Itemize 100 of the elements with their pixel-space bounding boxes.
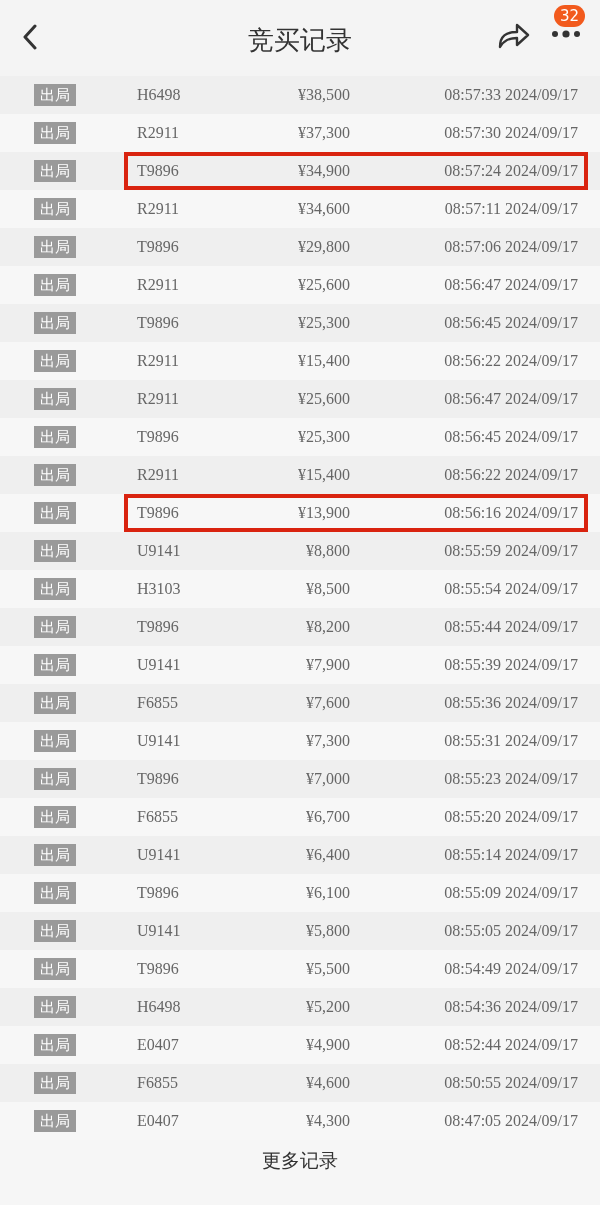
bid-time: 08:55:14 2024/09/17: [443, 846, 579, 864]
bid-price: ¥7,600: [305, 694, 350, 712]
bid-time: 08:57:30 2024/09/17: [443, 124, 579, 142]
status-tag: 出局: [34, 692, 76, 714]
bid-price: ¥8,800: [305, 542, 350, 560]
bid-price: ¥34,600: [297, 200, 350, 218]
status-tag: 出局: [34, 122, 76, 144]
bid-price: ¥8,200: [305, 618, 350, 636]
bidder-code: E0407: [137, 1112, 180, 1130]
bidder-code: R2911: [137, 352, 181, 370]
bid-time: 08:55:31 2024/09/17: [443, 732, 579, 750]
bidder-code: H3103: [137, 580, 182, 598]
bid-time: 08:56:47 2024/09/17: [443, 390, 579, 408]
status-tag: 出局: [34, 882, 76, 904]
bid-price: ¥25,300: [297, 314, 350, 332]
status-tag: 出局: [34, 1034, 76, 1056]
bidder-code: R2911: [137, 390, 181, 408]
bidder-code: R2911: [137, 466, 181, 484]
bidder-code: E0407: [137, 1036, 180, 1054]
bid-time: 08:54:49 2024/09/17: [443, 960, 579, 978]
bid-price: ¥6,100: [305, 884, 350, 902]
status-tag: 出局: [34, 236, 76, 258]
status-tag: 出局: [34, 920, 76, 942]
status-tag: 出局: [34, 958, 76, 980]
status-tag: 出局: [34, 84, 76, 106]
bidder-code: U9141: [137, 846, 182, 864]
status-tag: 出局: [34, 350, 76, 372]
bidder-code: F6855: [137, 1074, 179, 1092]
status-tag: 出局: [34, 388, 76, 410]
bidder-code: T9896: [137, 314, 180, 332]
status-tag: 出局: [34, 768, 76, 790]
bid-time: 08:55:09 2024/09/17: [443, 884, 579, 902]
status-tag: 出局: [34, 654, 76, 676]
page-title: 竞买记录: [248, 23, 352, 57]
status-tag: 出局: [34, 1072, 76, 1094]
bid-price: ¥4,600: [305, 1074, 350, 1092]
bid-time: 08:54:36 2024/09/17: [443, 998, 579, 1016]
more-icon[interactable]: [551, 30, 581, 38]
status-tag: 出局: [34, 198, 76, 220]
bid-price: ¥34,900: [297, 162, 350, 180]
bidder-code: U9141: [137, 732, 182, 750]
status-tag: 出局: [34, 806, 76, 828]
bidder-code: R2911: [137, 200, 181, 218]
bid-price: ¥25,600: [297, 276, 350, 294]
status-tag: 出局: [34, 502, 76, 524]
bid-time: 08:55:36 2024/09/17: [443, 694, 579, 712]
bid-price: ¥4,300: [305, 1112, 350, 1130]
bidder-code: T9896: [137, 770, 180, 788]
bid-price: ¥6,400: [305, 846, 350, 864]
status-tag: 出局: [34, 540, 76, 562]
bid-price: ¥5,200: [305, 998, 350, 1016]
bid-price: ¥5,500: [305, 960, 350, 978]
bidder-code: T9896: [137, 504, 180, 522]
status-tag: 出局: [34, 312, 76, 334]
status-tag: 出局: [34, 464, 76, 486]
bid-price: ¥4,900: [305, 1036, 350, 1054]
bid-time: 08:56:22 2024/09/17: [443, 466, 579, 484]
bid-price: ¥8,500: [305, 580, 350, 598]
bid-time: 08:56:47 2024/09/17: [443, 276, 579, 294]
bid-time: 08:57:24 2024/09/17: [443, 162, 579, 180]
status-tag: 出局: [34, 578, 76, 600]
bidder-code: H6498: [137, 998, 182, 1016]
status-tag: 出局: [34, 426, 76, 448]
bid-time: 08:56:22 2024/09/17: [443, 352, 579, 370]
bid-price: ¥15,400: [297, 352, 350, 370]
bidder-code: U9141: [137, 656, 182, 674]
bid-time: 08:55:59 2024/09/17: [443, 542, 579, 560]
bid-price: ¥7,300: [305, 732, 350, 750]
status-tag: 出局: [34, 730, 76, 752]
bid-price: ¥5,800: [305, 922, 350, 940]
notification-badge: 32: [554, 5, 586, 27]
back-icon[interactable]: [22, 24, 38, 50]
bidder-code: T9896: [137, 884, 180, 902]
bid-time: 08:57:33 2024/09/17: [443, 86, 579, 104]
bid-price: ¥15,400: [297, 466, 350, 484]
bidder-code: U9141: [137, 922, 182, 940]
bid-time: 08:52:44 2024/09/17: [443, 1036, 579, 1054]
bidder-code: F6855: [137, 808, 179, 826]
bid-price: ¥6,700: [305, 808, 350, 826]
bid-time: 08:55:44 2024/09/17: [443, 618, 579, 636]
bid-price: ¥7,900: [305, 656, 350, 674]
bidder-code: U9141: [137, 542, 182, 560]
bid-price: ¥37,300: [297, 124, 350, 142]
more-records-link[interactable]: 更多记录: [262, 1148, 338, 1174]
bidder-code: H6498: [137, 86, 182, 104]
bidder-code: T9896: [137, 162, 180, 180]
bid-time: 08:55:54 2024/09/17: [443, 580, 579, 598]
share-icon[interactable]: [497, 22, 531, 50]
bidder-code: T9896: [137, 238, 180, 256]
bid-time: 08:55:39 2024/09/17: [443, 656, 579, 674]
bidder-code: F6855: [137, 694, 179, 712]
status-tag: 出局: [34, 274, 76, 296]
bid-time: 08:56:45 2024/09/17: [443, 314, 579, 332]
bid-time: 08:57:06 2024/09/17: [443, 238, 579, 256]
status-tag: 出局: [34, 616, 76, 638]
bid-time: 08:47:05 2024/09/17: [443, 1112, 579, 1130]
bid-price: ¥25,600: [297, 390, 350, 408]
bid-time: 08:56:45 2024/09/17: [443, 428, 579, 446]
status-tag: 出局: [34, 1110, 76, 1132]
bidder-code: T9896: [137, 960, 180, 978]
